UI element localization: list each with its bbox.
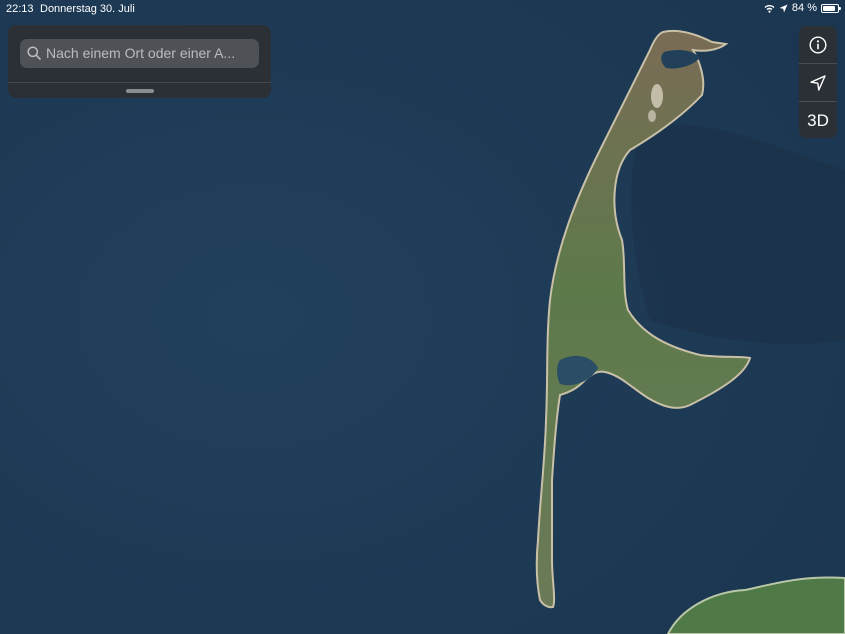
search-input[interactable]: Nach einem Ort oder einer A... [20, 39, 259, 68]
map-controls: 3D [799, 26, 837, 138]
3d-label: 3D [807, 110, 829, 130]
info-button[interactable] [799, 26, 837, 63]
search-icon [27, 46, 41, 60]
3d-button[interactable]: 3D [799, 102, 837, 139]
dune-patch [648, 110, 656, 122]
card-grabber-handle[interactable] [126, 89, 154, 93]
wifi-icon [764, 4, 775, 13]
dune-patch [651, 84, 663, 108]
status-time: 22:13 [6, 3, 34, 15]
status-date: Donnerstag 30. Juli [40, 3, 135, 15]
search-placeholder: Nach einem Ort oder einer A... [46, 45, 236, 61]
info-icon [809, 35, 827, 54]
location-services-icon [779, 4, 788, 12]
battery-icon [821, 3, 841, 13]
status-bar: 22:13 Donnerstag 30. Juli 84 % [0, 0, 845, 18]
battery-fill [823, 5, 835, 11]
track-location-button[interactable] [799, 64, 837, 101]
battery-percentage: 84 % [791, 2, 817, 14]
status-indicators: 84 % [764, 2, 841, 14]
search-card-divider [8, 82, 271, 83]
search-card: Nach einem Ort oder einer A... [8, 25, 271, 98]
location-arrow-icon [810, 74, 826, 91]
